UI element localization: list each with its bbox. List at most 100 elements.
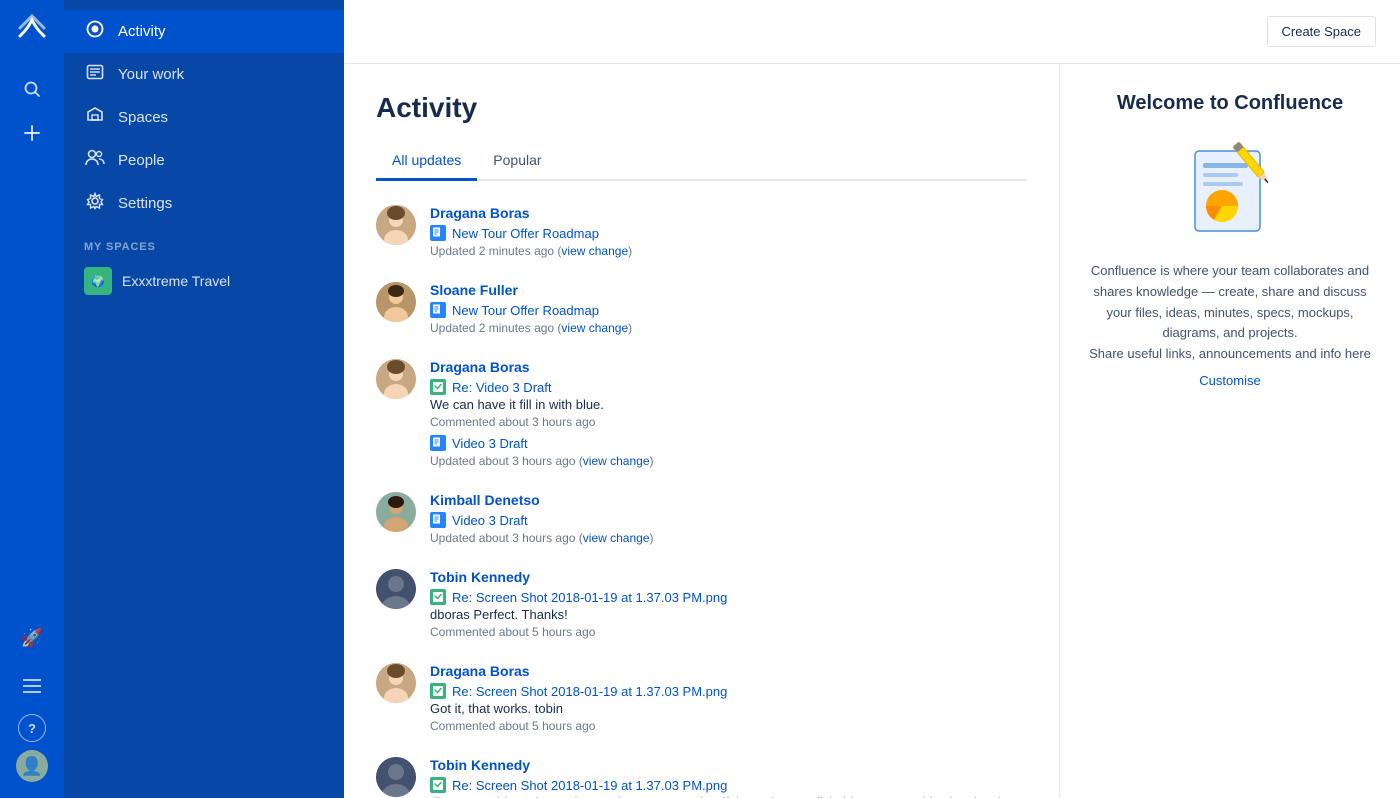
page-link-row: Re: Screen Shot 2018-01-19 at 1.37.03 PM…: [430, 683, 1027, 699]
tab-all-updates[interactable]: All updates: [376, 144, 477, 181]
welcome-title: Welcome to Confluence: [1084, 92, 1376, 115]
sidebar-item-people[interactable]: People: [64, 139, 344, 182]
page-icon: [430, 435, 446, 451]
rocket-icon[interactable]: 🚀: [12, 618, 52, 658]
page-link-row: Re: Video 3 Draft: [430, 379, 1027, 395]
sidebar-item-spaces-label: Spaces: [118, 109, 168, 126]
app-logo[interactable]: [16, 12, 48, 49]
user-name[interactable]: Tobin Kennedy: [430, 569, 530, 585]
activity-content: Dragana Boras Re: Video 3 Draft We can h…: [430, 359, 1027, 468]
page-icon: [430, 512, 446, 528]
main-topbar: Create Space: [344, 0, 1400, 64]
page-link-row: New Tour Offer Roadmap: [430, 302, 1027, 318]
user-avatar-icon[interactable]: 👤: [16, 750, 48, 782]
page-link-row: Re: Screen Shot 2018-01-19 at 1.37.03 PM…: [430, 777, 1027, 793]
activity-item: Kimball Denetso Video 3 Draft Up: [376, 492, 1027, 545]
page-link-row: New Tour Offer Roadmap: [430, 225, 1027, 241]
space-exxxtreme-icon: 🌍: [84, 267, 112, 295]
customise-link[interactable]: Customise: [1084, 373, 1376, 388]
comment-text: We can have it fill in with blue.: [430, 397, 1027, 412]
avatar: [376, 359, 416, 399]
activity-item: Dragana Boras New Tour Offer Roadmap: [376, 205, 1027, 258]
view-change-link[interactable]: view change: [583, 531, 650, 545]
page-icon: [430, 379, 446, 395]
sidebar-item-your-work[interactable]: Your work: [64, 53, 344, 96]
user-name[interactable]: Sloane Fuller: [430, 282, 518, 298]
sidebar-item-spaces[interactable]: Spaces: [64, 96, 344, 139]
activity-content: Dragana Boras Re: Screen Shot 2018-01-19…: [430, 663, 1027, 733]
meta-text: Commented about 5 hours ago: [430, 625, 1027, 639]
user-name[interactable]: Kimball Denetso: [430, 492, 540, 508]
help-icon[interactable]: ?: [18, 714, 46, 742]
right-panel: Welcome to Confluence: [1060, 64, 1400, 798]
sub-page-link[interactable]: Video 3 Draft: [452, 436, 528, 451]
user-name[interactable]: Dragana Boras: [430, 359, 530, 375]
meta-text: Updated 2 minutes ago (view change): [430, 321, 1027, 335]
page-link[interactable]: New Tour Offer Roadmap: [452, 226, 599, 241]
meta-text: Updated about 3 hours ago (view change): [430, 531, 1027, 545]
welcome-text: Confluence is where your team collaborat…: [1084, 261, 1376, 365]
page-title: Activity: [376, 92, 1027, 124]
avatar: [376, 757, 416, 797]
comment-text: Got it, that works. tobin: [430, 701, 1027, 716]
page-link[interactable]: Video 3 Draft: [452, 513, 528, 528]
page-link[interactable]: New Tour Offer Roadmap: [452, 303, 599, 318]
page-link-row: Video 3 Draft: [430, 512, 1027, 528]
spaces-icon: [84, 106, 106, 129]
avatar: [376, 569, 416, 609]
activity-content: Tobin Kennedy Re: Screen Shot 2018-01-19…: [430, 569, 1027, 639]
page-link[interactable]: Re: Video 3 Draft: [452, 380, 551, 395]
user-name[interactable]: Tobin Kennedy: [430, 757, 530, 773]
page-icon: [430, 589, 446, 605]
welcome-illustration: [1084, 131, 1376, 241]
page-icon: [430, 777, 446, 793]
avatar: [376, 282, 416, 322]
sidebar-item-activity-label: Activity: [118, 23, 166, 40]
view-change-link[interactable]: view change: [561, 244, 628, 258]
activity-item: Tobin Kennedy Re: Screen Shot 2018-01-19…: [376, 569, 1027, 639]
activity-content: Sloane Fuller New Tour Offer Roadmap: [430, 282, 1027, 335]
space-exxxtreme-label: Exxxtreme Travel: [122, 273, 230, 289]
page-link[interactable]: Re: Screen Shot 2018-01-19 at 1.37.03 PM…: [452, 684, 727, 699]
view-change-link[interactable]: view change: [583, 454, 650, 468]
activity-content: Kimball Denetso Video 3 Draft Up: [430, 492, 1027, 545]
sidebar-item-settings-label: Settings: [118, 195, 172, 212]
comment-text: dboras Perfect. Thanks!: [430, 607, 1027, 622]
page-link[interactable]: Re: Screen Shot 2018-01-19 at 1.37.03 PM…: [452, 590, 727, 605]
sidebar: Activity Your work Spaces: [64, 0, 344, 798]
page-link[interactable]: Re: Screen Shot 2018-01-19 at 1.37.03 PM…: [452, 778, 727, 793]
avatar: [376, 205, 416, 245]
sub-meta-text: Updated about 3 hours ago (view change): [430, 454, 1027, 468]
avatar: [376, 663, 416, 703]
page-icon: [430, 225, 446, 241]
activity-item: Sloane Fuller New Tour Offer Roadmap: [376, 282, 1027, 335]
sidebar-item-your-work-label: Your work: [118, 66, 184, 83]
create-icon[interactable]: [12, 113, 52, 153]
user-name[interactable]: Dragana Boras: [430, 663, 530, 679]
people-icon: [84, 149, 106, 172]
tabs: All updates Popular: [376, 144, 1027, 181]
settings-icon: [84, 192, 106, 215]
user-name[interactable]: Dragana Boras: [430, 205, 530, 221]
activity-content: Dragana Boras New Tour Offer Roadmap: [430, 205, 1027, 258]
meta-text: Updated 2 minutes ago (view change): [430, 244, 1027, 258]
page-link-row: Re: Screen Shot 2018-01-19 at 1.37.03 PM…: [430, 589, 1027, 605]
page-icon: [430, 683, 446, 699]
main-body: Activity All updates Popular Dragana Bor…: [344, 64, 1400, 798]
view-change-link[interactable]: view change: [561, 321, 628, 335]
avatar: [376, 492, 416, 532]
create-space-button[interactable]: Create Space: [1267, 16, 1377, 47]
menu-icon[interactable]: [12, 666, 52, 706]
activity-item: Dragana Boras Re: Video 3 Draft We can h…: [376, 359, 1027, 468]
activity-icon: [84, 20, 106, 43]
sidebar-item-settings[interactable]: Settings: [64, 182, 344, 225]
meta-text: Commented about 5 hours ago: [430, 719, 1027, 733]
sub-page-row: Video 3 Draft: [430, 435, 1027, 451]
my-spaces-label: MY SPACES: [64, 225, 344, 259]
your-work-icon: [84, 63, 106, 86]
tab-popular[interactable]: Popular: [477, 144, 557, 181]
sidebar-space-exxxtreme[interactable]: 🌍 Exxxtreme Travel: [64, 259, 344, 303]
sidebar-item-activity[interactable]: Activity: [64, 10, 344, 53]
icon-bar: 🚀 ? 👤: [0, 0, 64, 798]
search-icon[interactable]: [12, 69, 52, 109]
